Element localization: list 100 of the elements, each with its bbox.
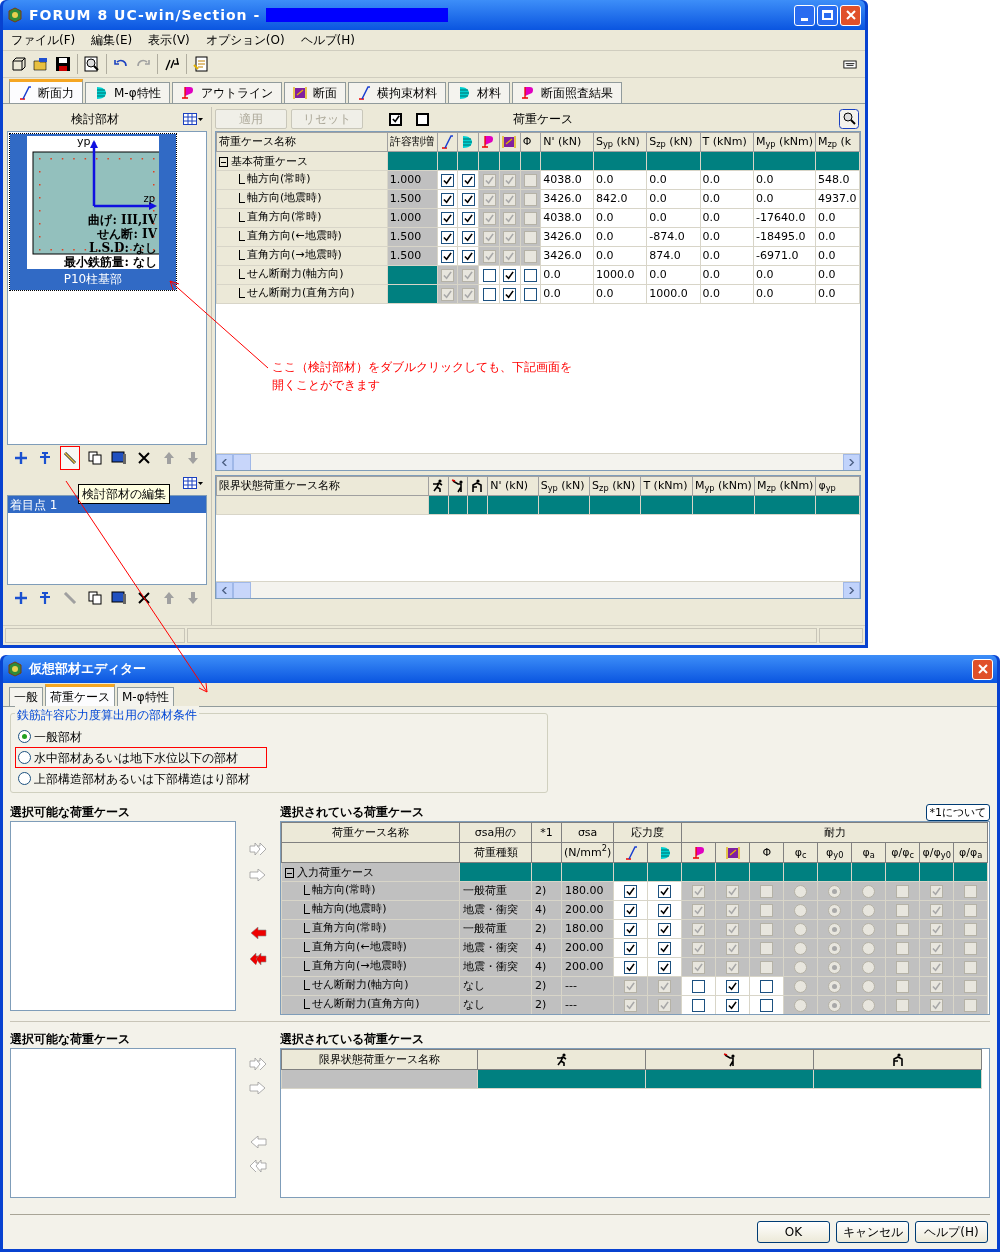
radio-button[interactable] [18,730,31,743]
dialog-button[interactable]: OK [757,1221,830,1243]
grid-view-icon[interactable] [183,113,203,125]
menu-item[interactable]: 編集(E) [91,31,133,49]
tab[interactable]: 横拘束材料 [347,82,446,103]
list-box[interactable] [10,1048,236,1198]
radio-option[interactable]: 上部構造部材あるいは下部構造はり部材 [15,768,267,789]
checkbox[interactable] [726,998,740,1012]
checkbox[interactable] [461,192,475,206]
dialog-button[interactable]: ヘルプ(H) [915,1221,988,1243]
menu-item[interactable]: ファイル(F) [11,31,76,49]
checkbox[interactable] [658,903,672,917]
collapse-icon[interactable] [285,868,294,879]
cube-icon[interactable] [11,56,27,72]
document-icon[interactable] [193,56,209,72]
tab[interactable]: 断面力 [9,79,83,103]
check-all-icon[interactable] [389,112,402,126]
column-header: φ/φ$_{y0}$ [922,845,951,859]
dialog-button[interactable]: キャンセル [836,1221,909,1243]
row-label: 軸方向(常時) [247,172,311,186]
left-arrow-icon[interactable] [249,927,267,939]
keyboard-icon[interactable] [843,58,857,70]
checkbox[interactable] [726,979,740,993]
checkbox[interactable] [461,173,475,187]
scrollbar-thumb[interactable] [233,454,251,470]
note-button[interactable]: *1について [925,803,990,821]
checkbox[interactable] [624,941,638,955]
tab[interactable]: M-φ特性 [117,687,174,706]
checkbox[interactable] [692,979,706,993]
menu-item[interactable]: オプション(O) [205,31,285,49]
menu-item[interactable]: 表示(V) [148,31,190,49]
collapse-icon[interactable] [219,157,228,168]
horizontal-scrollbar[interactable] [216,453,860,470]
checkbox[interactable] [523,287,537,301]
tab[interactable]: 断面 [283,82,346,103]
arrows-icon[interactable] [164,56,180,72]
table-cell: 0.0 [753,265,816,285]
tab[interactable]: 一般 [9,687,43,706]
uncheck-all-icon[interactable] [416,112,429,126]
column-header: M$_{zp}$ (k [818,135,852,148]
checkbox[interactable] [503,287,517,301]
folder-icon[interactable] [33,56,49,72]
horizontal-scrollbar[interactable] [216,581,860,598]
checkbox[interactable] [624,884,638,898]
checkbox[interactable] [760,979,774,993]
tab[interactable]: M-φ特性 [85,82,170,103]
double-left-arrow-icon[interactable] [249,953,267,965]
checkbox[interactable] [658,941,672,955]
magnifier-page-icon[interactable] [84,56,100,72]
table-cell: 874.0 [646,246,701,266]
checkbox[interactable] [441,211,454,225]
tab[interactable]: アウトライン [171,82,282,103]
checkbox[interactable] [503,268,517,282]
column-header: φ$_{c}$ [794,845,807,859]
close-button[interactable] [840,4,861,26]
checkbox[interactable] [441,230,454,244]
minimize-button[interactable] [794,4,815,26]
section-label: 曲げ: III,IV [88,213,157,227]
checkbox[interactable] [441,249,454,263]
section-title: 選択可能な荷重ケース [10,804,131,819]
menu-item[interactable]: ヘルプ(H) [300,31,355,49]
radio-button[interactable] [18,772,31,785]
table-cell: 0.0 [815,265,860,285]
checkbox[interactable] [624,903,638,917]
column-header: M$_{yp}$ (kNm) [755,135,813,148]
checkbox[interactable] [482,268,496,282]
table-cell: 3426.0 [540,246,594,266]
tab[interactable]: 材料 [447,82,510,103]
close-button[interactable] [972,658,993,680]
radio-option[interactable]: 一般部材 [15,726,267,747]
checkbox[interactable] [482,287,496,301]
checkbox[interactable] [461,249,475,263]
column-header: S$_{yp}$ (kN) [595,135,640,148]
maximize-button[interactable] [817,4,838,26]
checkbox[interactable] [461,230,475,244]
radio-button[interactable] [18,751,31,764]
checkbox[interactable] [441,192,454,206]
tab[interactable]: 断面照査結果 [511,82,622,103]
checkbox[interactable] [692,998,706,1012]
scrollbar-thumb[interactable] [233,582,251,598]
striped-shape-icon [460,135,475,149]
tab[interactable]: 荷重ケース [45,684,115,706]
checkbox[interactable] [523,268,537,282]
grid-view-icon[interactable] [183,477,203,489]
column-header: M$_{yp}$ (kNm) [694,479,752,492]
magnifier-page-icon[interactable] [839,109,859,129]
radio-option[interactable]: 水中部材あるいは地下水位以下の部材 [15,747,267,768]
app-icon [7,7,23,23]
checkbox[interactable] [658,960,672,974]
checkbox[interactable] [658,922,672,936]
checkbox[interactable] [760,998,774,1012]
checkbox[interactable] [624,922,638,936]
checkbox[interactable] [461,211,475,225]
checkbox[interactable] [441,173,454,187]
app-icon [7,661,23,677]
checkbox[interactable] [624,960,638,974]
table-cell: 0.0 [753,170,816,190]
member-item[interactable]: yp zp 曲げ: III,IV せん断: IV L.S.D: なし 最小鉄筋量: なし P10柱基部 [10,134,176,290]
table-cell: 548.0 [815,170,860,190]
checkbox[interactable] [658,884,672,898]
